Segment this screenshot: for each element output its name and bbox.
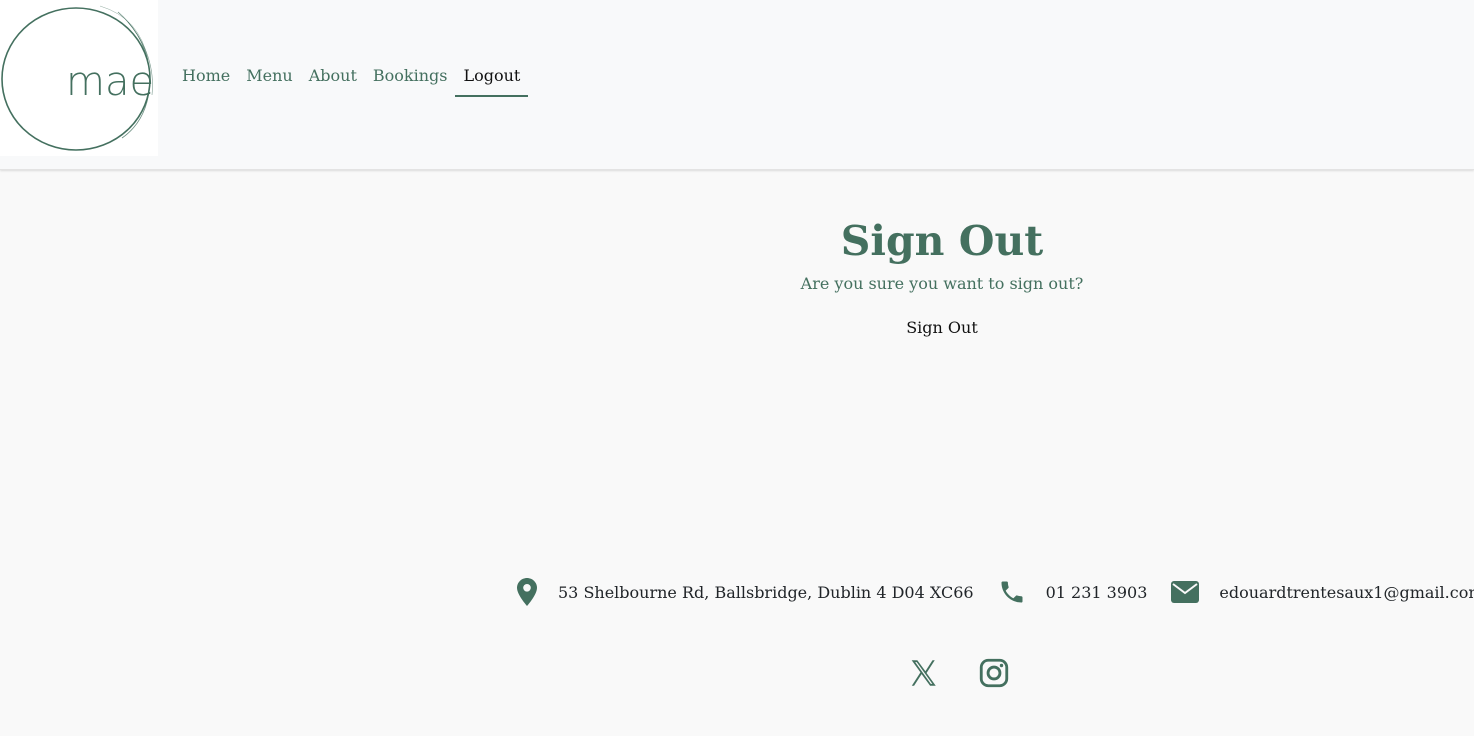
signout-section: Sign Out Are you sure you want to sign o…: [700, 212, 1184, 340]
phone-text: 01 231 3903: [1045, 582, 1148, 602]
email-text: edouardtrentesaux1@gmail.com: [1219, 582, 1474, 602]
email-item: edouardtrentesaux1@gmail.com: [1171, 581, 1474, 603]
main-nav: Home Menu About Bookings Logout: [174, 64, 529, 97]
logo[interactable]: mae: [0, 0, 158, 156]
logo-mark: mae: [1, 5, 154, 151]
phone-icon: [998, 578, 1026, 606]
nav-bookings[interactable]: Bookings: [365, 64, 456, 97]
signout-button[interactable]: Sign Out: [906, 316, 978, 340]
nav-menu[interactable]: Menu: [238, 64, 300, 97]
nav-logout[interactable]: Logout: [455, 64, 529, 97]
navbar: mae Home Menu About Bookings Logout: [0, 0, 1474, 170]
footer-contact: 53 Shelbourne Rd, Ballsbridge, Dublin 4 …: [514, 572, 1474, 612]
map-marker-icon: [514, 578, 540, 606]
page-title: Sign Out: [840, 217, 1044, 265]
logo-text: mae: [66, 59, 154, 105]
nav-home[interactable]: Home: [174, 64, 238, 97]
x-twitter-icon[interactable]: [905, 656, 941, 690]
address-item: 53 Shelbourne Rd, Ballsbridge, Dublin 4 …: [514, 578, 974, 606]
instagram-icon[interactable]: [977, 656, 1011, 690]
envelope-icon: [1171, 581, 1200, 603]
page-subtitle: Are you sure you want to sign out?: [800, 274, 1084, 293]
address-text: 53 Shelbourne Rd, Ballsbridge, Dublin 4 …: [558, 582, 974, 602]
nav-about[interactable]: About: [301, 64, 365, 97]
phone-item: 01 231 3903: [998, 578, 1148, 606]
footer-social: [905, 656, 1011, 690]
